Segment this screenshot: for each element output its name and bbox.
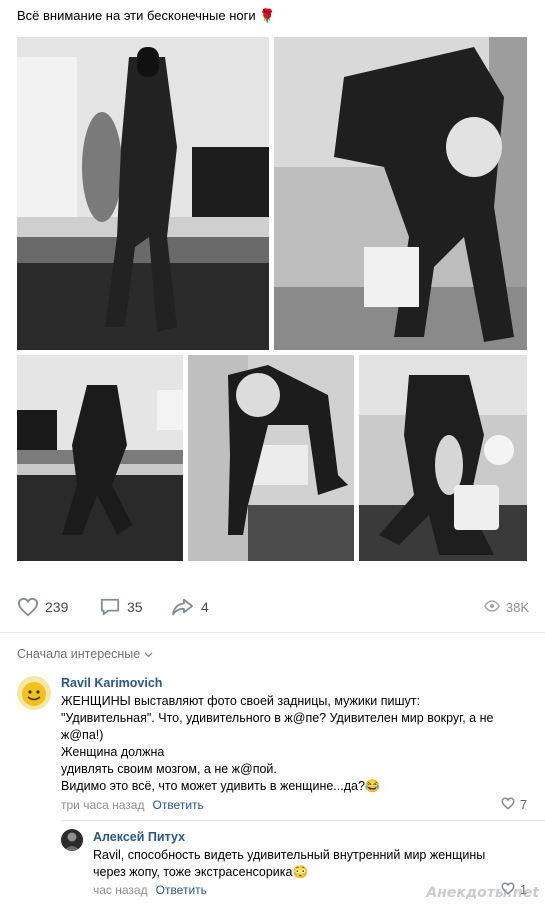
photo-5[interactable] xyxy=(359,355,527,561)
photo-4[interactable] xyxy=(188,355,354,561)
divider xyxy=(61,820,545,821)
comment-line: Видимо это всё, что может удивить в женщ… xyxy=(61,779,381,793)
chevron-down-icon xyxy=(144,647,153,661)
comment-author[interactable]: Алексей Питух xyxy=(93,830,185,844)
comment-line: ЖЕНЩИНЫ выставляют фото своей задницы, м… xyxy=(61,694,420,708)
comment-line: ж@па!) xyxy=(61,728,104,742)
avatar[interactable] xyxy=(61,829,83,851)
comment-text: ЖЕНЩИНЫ выставляют фото своей задницы, м… xyxy=(61,693,531,795)
comment-text: Ravil, способность видеть удивительный в… xyxy=(93,847,533,881)
avatar[interactable] xyxy=(17,676,51,710)
views-count: 38K xyxy=(505,600,529,615)
comment-line: Женщина должна xyxy=(61,745,165,759)
reply-button[interactable]: Ответить xyxy=(156,883,207,897)
divider xyxy=(0,632,545,633)
comment-like-count: 7 xyxy=(520,798,527,812)
comment-button[interactable]: 35 xyxy=(99,597,143,617)
share-count: 4 xyxy=(201,599,209,615)
views-counter: 38K xyxy=(484,600,529,615)
comment-meta: час назад Ответить xyxy=(93,883,207,897)
like-button[interactable]: 239 xyxy=(17,597,68,617)
share-button[interactable]: 4 xyxy=(171,597,209,617)
share-icon xyxy=(171,597,195,617)
comment-line: "Удивительная". Что, удивительного в ж@п… xyxy=(61,711,494,725)
comment-line: через жопу, тоже экстрасенсорика😳 xyxy=(93,865,309,879)
comment-line: Ravil, способность видеть удивительный в… xyxy=(93,848,486,862)
photo-1[interactable] xyxy=(17,37,269,350)
comment-count: 35 xyxy=(127,599,143,615)
like-count: 239 xyxy=(45,599,69,615)
comment-time[interactable]: час назад xyxy=(93,883,148,897)
watermark: Анекдоты.net xyxy=(426,885,539,901)
comments-sort-label: Сначала интересные xyxy=(17,647,141,661)
comment-time[interactable]: три часа назад xyxy=(61,798,144,812)
reply-button[interactable]: Ответить xyxy=(152,798,203,812)
comment-like-button[interactable]: 7 xyxy=(501,797,527,813)
comment-icon xyxy=(99,597,121,617)
post-actions: 239 35 4 38K xyxy=(17,593,529,623)
post-text: Всё внимание на эти бесконечные ноги 🌹 xyxy=(17,8,276,23)
photo-2[interactable] xyxy=(274,37,527,350)
comments-sort-dropdown[interactable]: Сначала интересные xyxy=(17,647,153,661)
eye-icon xyxy=(484,600,500,615)
comment-line: удивлять своим мозгом, а не ж@пой. xyxy=(61,762,277,776)
comment-meta: три часа назад Ответить xyxy=(61,798,204,812)
comment-author[interactable]: Ravil Karimovich xyxy=(61,676,162,690)
heart-icon xyxy=(501,797,515,813)
heart-icon xyxy=(17,597,39,617)
photo-3[interactable] xyxy=(17,355,183,561)
